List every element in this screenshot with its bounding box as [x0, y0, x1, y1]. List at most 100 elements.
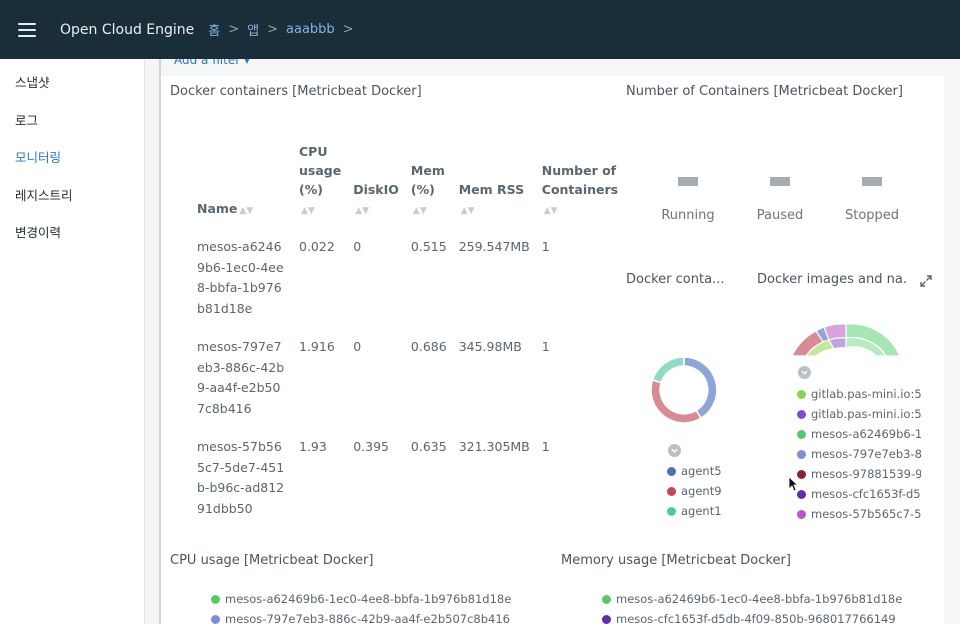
table-row: mesos-797e7eb3-886c-42b9-aa4f-e2b507c8b4…: [193, 327, 630, 427]
legend-item[interactable]: mesos-a62469b6-1ec0-4ee8-bbfa-1b976b81d1…: [602, 589, 902, 609]
stat-bar: [678, 177, 698, 186]
breadcrumb-home[interactable]: 홈: [208, 20, 220, 39]
stat-label: Running: [661, 208, 715, 223]
legend-dot: [602, 594, 611, 604]
sort-icon: ▲▼: [543, 206, 558, 216]
legend-dot: [211, 614, 220, 624]
breadcrumb-separator: >: [267, 22, 279, 37]
donut-slice-agent5: [683, 356, 718, 420]
sort-icon: ▲▼: [412, 206, 427, 216]
stat-paused: Paused: [735, 177, 825, 223]
column-header-name[interactable]: Name ▲▼: [193, 142, 295, 227]
stat-label: Paused: [756, 208, 804, 223]
memory-usage-title: Memory usage [Metricbeat Docker]: [561, 553, 791, 568]
docker-containers-title: Docker containers [Metricbeat Docker]: [170, 84, 422, 99]
legend-dot: [797, 409, 806, 419]
stat-bar: [770, 177, 790, 186]
legend-item[interactable]: mesos-a62469b6-1ec: [797, 424, 921, 444]
sort-icon: ▲▼: [460, 206, 475, 216]
memory-usage-legend: mesos-a62469b6-1ec0-4ee8-bbfa-1b976b81d1…: [602, 589, 902, 624]
dashboard-content: Add a filter ▾ Docker containers [Metric…: [145, 59, 960, 624]
container-count-value: 1: [541, 339, 550, 354]
app-title: Open Cloud Engine: [60, 21, 195, 38]
breadcrumb-separator: >: [228, 22, 240, 37]
sidebar-item-log[interactable]: 로그: [0, 102, 144, 140]
docker-images-donut-chart: [791, 323, 901, 357]
mem-rss-value: 345.98MB: [458, 339, 522, 354]
cpu-usage-title: CPU usage [Metricbeat Docker]: [170, 553, 374, 568]
mem-rss-value: 259.547MB: [458, 239, 530, 254]
legend-toggle-icon[interactable]: [668, 444, 681, 457]
breadcrumb-separator: >: [342, 22, 354, 37]
column-header-container-count[interactable]: Number of Containers ▲▼: [538, 142, 630, 227]
mem-rss-value: 321.305MB: [458, 439, 530, 454]
number-of-containers-title: Number of Containers [Metricbeat Docker]: [626, 84, 903, 99]
breadcrumb-app[interactable]: 앱: [247, 20, 259, 39]
legend-item[interactable]: mesos-cfc1653f-d5db-4f09-850b-9680177661…: [602, 609, 902, 624]
donut-slice-agent9: [650, 379, 703, 424]
dashboard-panel: Docker containers [Metricbeat Docker] Na…: [161, 76, 944, 624]
legend-dot: [797, 489, 806, 499]
docker-containers-table: Name ▲▼ CPU usage (%) ▲▼ DiskIO ▲▼ Mem (%) ▲…: [193, 142, 630, 527]
legend-item[interactable]: mesos-797e7eb3-886: [797, 444, 921, 464]
docker-images-legend: gitlab.pas-mini.io:500 gitlab.pas-mini.i…: [797, 384, 921, 524]
mem-value: 0.686: [410, 339, 447, 354]
add-filter-link[interactable]: Add a filter ▾: [174, 59, 250, 67]
stat-stopped: Stopped: [827, 177, 917, 223]
docker-images-title: Docker images and na...: [757, 272, 907, 287]
diskio-value: 0: [353, 339, 362, 354]
legend-toggle-icon[interactable]: [798, 366, 811, 379]
stat-label: Stopped: [844, 208, 900, 223]
legend-item[interactable]: agent1: [667, 501, 757, 521]
column-header-diskio[interactable]: DiskIO ▲▼: [349, 142, 407, 227]
legend-item[interactable]: gitlab.pas-mini.io:500: [797, 384, 921, 404]
sidebar-item-registry[interactable]: 레지스트리: [0, 177, 144, 215]
legend-dot: [797, 389, 806, 399]
legend-item[interactable]: mesos-57b565c7-5de: [797, 504, 921, 524]
hamburger-menu-icon[interactable]: [18, 22, 36, 37]
diskio-value: 0.395: [353, 439, 389, 454]
breadcrumb: 홈 > 앱 > aaabbb >: [208, 20, 361, 39]
stat-running: Running: [643, 177, 733, 223]
legend-item[interactable]: agent9: [667, 481, 757, 501]
legend-dot: [797, 429, 806, 439]
docker-containers-legend: agent5 agent9 agent1: [667, 461, 757, 521]
mouse-cursor-icon: [788, 476, 798, 492]
column-header-mem-rss[interactable]: Mem RSS ▲▼: [455, 142, 538, 227]
legend-item[interactable]: mesos-97881539-97b: [797, 464, 921, 484]
legend-dot: [211, 594, 220, 604]
container-name: mesos-797e7eb3-886c-42b9-aa4f-e2b507c8b4…: [197, 339, 285, 416]
sidebar-item-history[interactable]: 변경이력: [0, 214, 144, 252]
sidebar-item-snapshot[interactable]: 스냅샷: [0, 64, 144, 102]
mem-value: 0.635: [410, 439, 447, 454]
docker-containers-donut-title: Docker conta...: [626, 272, 725, 287]
legend-item[interactable]: mesos-a62469b6-1ec0-4ee8-bbfa-1b976b81d1…: [211, 589, 511, 609]
cpu-usage-legend: mesos-a62469b6-1ec0-4ee8-bbfa-1b976b81d1…: [211, 589, 511, 624]
container-count-value: 1: [541, 439, 550, 454]
expand-icon[interactable]: [919, 274, 933, 288]
legend-dot: [602, 614, 611, 624]
mem-value: 0.515: [410, 239, 447, 254]
legend-item[interactable]: mesos-cfc1653f-d5db: [797, 484, 921, 504]
container-count-value: 1: [541, 239, 550, 254]
cpu-value: 1.93: [299, 439, 327, 454]
legend-dot: [667, 466, 676, 476]
top-bar: Open Cloud Engine 홈 > 앱 > aaabbb >: [0, 0, 960, 59]
legend-dot: [667, 486, 676, 496]
cpu-value: 1.916: [299, 339, 335, 354]
donut-slice-agent1: [651, 356, 685, 384]
legend-item[interactable]: mesos-797e7eb3-886c-42b9-aa4f-e2b507c8b4…: [211, 609, 511, 624]
breadcrumb-current[interactable]: aaabbb: [286, 22, 335, 37]
column-header-mem[interactable]: Mem (%) ▲▼: [407, 142, 455, 227]
legend-item[interactable]: gitlab.pas-mini.io:500: [797, 404, 921, 424]
diskio-value: 0: [353, 239, 362, 254]
legend-item[interactable]: agent5: [667, 461, 757, 481]
docker-containers-donut-chart: [650, 356, 718, 424]
container-name: mesos-a62469b6-1ec0-4ee8-bbfa-1b976b81d1…: [197, 239, 284, 316]
stat-bar: [862, 177, 882, 186]
legend-dot: [797, 449, 806, 459]
sort-icon: ▲▼: [355, 206, 370, 216]
column-header-cpu[interactable]: CPU usage (%) ▲▼: [295, 142, 349, 227]
legend-dot: [797, 509, 806, 519]
sidebar-item-monitoring[interactable]: 모니터링: [0, 139, 144, 177]
